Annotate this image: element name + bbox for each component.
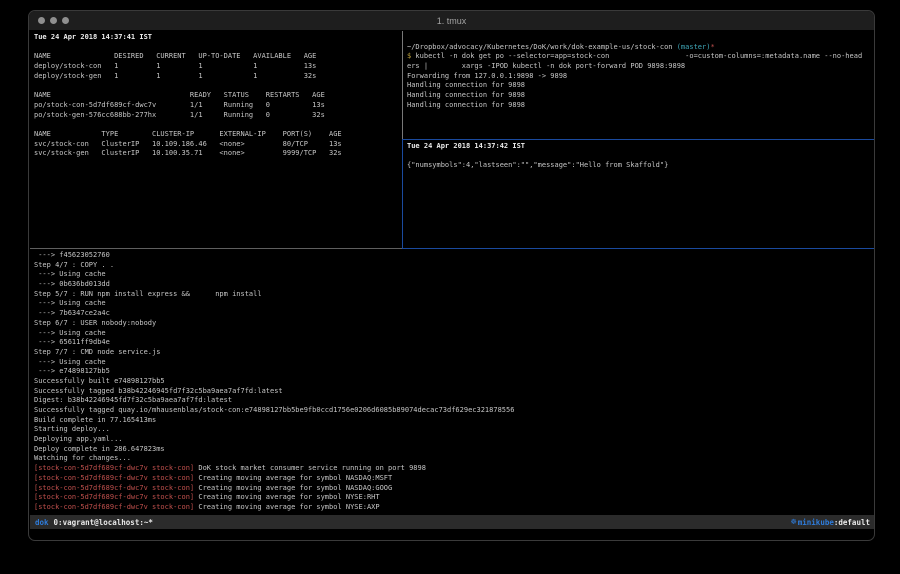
terminal-line: Step 4/7 : COPY . . — [34, 261, 871, 271]
terminal-line: Handling connection for 9898 — [407, 91, 871, 101]
status-bar-right: ☸ minikube :default — [790, 518, 870, 527]
kube-namespace-label: :default — [834, 518, 870, 527]
terminal-line: Handling connection for 9898 — [407, 101, 871, 111]
window-title: 1. tmux — [29, 16, 874, 26]
terminal-line: Successfully tagged b38b42246945fd7f32c5… — [34, 387, 871, 397]
terminal-line: Tue 24 Apr 2018 14:37:41 IST — [34, 33, 398, 43]
terminal-line: Watching for changes... — [34, 454, 871, 464]
terminal-line: Successfully built e74898127bb5 — [34, 377, 871, 387]
terminal-line: Step 5/7 : RUN npm install express && np… — [34, 290, 871, 300]
terminal-line: ---> f45623052760 — [34, 251, 871, 261]
terminal-line: [stock-con-5d7df689cf-dwc7v stock-con] C… — [34, 474, 871, 484]
pane-service-output[interactable]: Tue 24 Apr 2018 14:37:42 IST {"numsymbols… — [403, 140, 875, 248]
tmux-window-item[interactable]: 0:vagrant@localhost:~* — [54, 518, 153, 527]
terminal-line: Step 7/7 : CMD node service.js — [34, 348, 871, 358]
pane-skaffold-build-log[interactable]: ---> f45623052760Step 4/7 : COPY . . ---… — [30, 249, 875, 515]
terminal-line — [34, 120, 398, 130]
pane-kubectl-resources[interactable]: Tue 24 Apr 2018 14:37:41 IST NAME DESIRED… — [30, 31, 402, 248]
terminal-line: ---> 7b6347ce2a4c — [34, 309, 871, 319]
terminal-line: [stock-con-5d7df689cf-dwc7v stock-con] D… — [34, 464, 871, 474]
terminal-line: Build complete in 77.165413ms — [34, 416, 871, 426]
kube-context-label: minikube — [798, 518, 834, 527]
kubernetes-helm-icon: ☸ — [790, 518, 796, 526]
terminal-line: Tue 24 Apr 2018 14:37:42 IST — [407, 142, 871, 152]
terminal-line — [34, 81, 398, 91]
terminal-line: ---> Using cache — [34, 299, 871, 309]
titlebar[interactable]: 1. tmux — [29, 11, 874, 31]
terminal-line: svc/stock-con ClusterIP 10.109.186.46 <n… — [34, 140, 398, 150]
terminal-line: NAME TYPE CLUSTER-IP EXTERNAL-IP PORT(S)… — [34, 130, 398, 140]
terminal-line: Successfully tagged quay.io/mhausenblas/… — [34, 406, 871, 416]
terminal-line: Deploy complete in 286.647823ms — [34, 445, 871, 455]
terminal-line: deploy/stock-gen 1 1 1 1 32s — [34, 72, 398, 82]
terminal-line: ---> 0b636bd013dd — [34, 280, 871, 290]
terminal-line: ~/Dropbox/advocacy/Kubernetes/DoK/work/d… — [407, 43, 871, 53]
terminal-line: po/stock-gen-576cc688bb-277hx 1/1 Runnin… — [34, 111, 398, 121]
terminal-line: svc/stock-gen ClusterIP 10.100.35.71 <no… — [34, 149, 398, 159]
terminal-line — [407, 152, 871, 162]
screenshot-background: { "window": { "title": "1. tmux" }, "col… — [0, 0, 900, 574]
terminal-line: deploy/stock-con 1 1 1 1 13s — [34, 62, 398, 72]
terminal-line: ---> Using cache — [34, 270, 871, 280]
terminal-line: Handling connection for 9898 — [407, 81, 871, 91]
terminal-line: ---> 65611ff9db4e — [34, 338, 871, 348]
terminal-line — [34, 43, 398, 53]
terminal-window: 1. tmux Tue 24 Apr 2018 14:37:41 IST NAME… — [28, 10, 875, 541]
terminal-line: {"numsymbols":4,"lastseen":"","message":… — [407, 161, 871, 171]
terminal-line — [407, 33, 871, 43]
tmux-status-bar: dok 0:vagrant@localhost:~* ☸ minikube :d… — [30, 515, 875, 529]
terminal-line: ---> e74898127bb5 — [34, 367, 871, 377]
status-bar-left: dok 0:vagrant@localhost:~* — [35, 518, 153, 527]
tmux-terminal: Tue 24 Apr 2018 14:37:41 IST NAME DESIRED… — [30, 31, 875, 515]
terminal-line: po/stock-con-5d7df689cf-dwc7v 1/1 Runnin… — [34, 101, 398, 111]
terminal-line: ---> Using cache — [34, 329, 871, 339]
terminal-line: [stock-con-5d7df689cf-dwc7v stock-con] C… — [34, 484, 871, 494]
terminal-line: ---> Using cache — [34, 358, 871, 368]
terminal-line: $ kubectl -n dok get po --selector=app=s… — [407, 52, 871, 62]
terminal-line: ers | xargs -IPOD kubectl -n dok port-fo… — [407, 62, 871, 72]
terminal-line: Starting deploy... — [34, 425, 871, 435]
terminal-line: Step 6/7 : USER nobody:nobody — [34, 319, 871, 329]
terminal-line: NAME DESIRED CURRENT UP-TO-DATE AVAILABL… — [34, 52, 398, 62]
terminal-line: Forwarding from 127.0.0.1:9898 -> 9898 — [407, 72, 871, 82]
terminal-line: [stock-con-5d7df689cf-dwc7v stock-con] C… — [34, 503, 871, 513]
terminal-line: NAME READY STATUS RESTARTS AGE — [34, 91, 398, 101]
tmux-session-name: dok — [35, 518, 49, 527]
terminal-line: Deploying app.yaml... — [34, 435, 871, 445]
terminal-line: [stock-con-5d7df689cf-dwc7v stock-con] C… — [34, 493, 871, 503]
terminal-line: Digest: b38b42246945fd7f32c5ba9aea7af7fd… — [34, 396, 871, 406]
pane-port-forward[interactable]: ~/Dropbox/advocacy/Kubernetes/DoK/work/d… — [403, 31, 875, 139]
